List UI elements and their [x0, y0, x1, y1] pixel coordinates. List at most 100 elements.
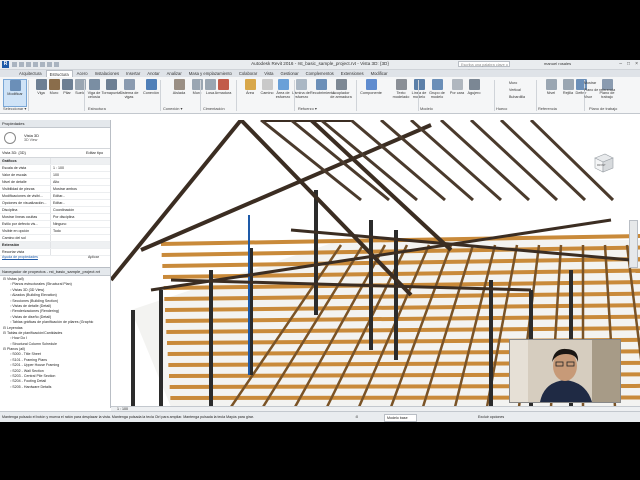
roof-purlin [320, 120, 418, 202]
ribbon-separator [356, 80, 357, 111]
ribbon-icon [431, 79, 443, 90]
property-row: Estilo por defecto vis... Ninguno [0, 221, 110, 228]
3d-view-icon[interactable] [54, 62, 59, 67]
navigation-bar[interactable] [629, 220, 638, 268]
property-row: Opciones de visualización... Editar... [0, 200, 110, 207]
ribbon-icon [468, 79, 480, 90]
exclude-options-checkbox[interactable]: Excluir opciones [478, 412, 504, 422]
property-row: Valor de escala 100 [0, 172, 110, 179]
ribbon-button-acoplador-de-armadura[interactable]: Acoplador de armadura [330, 79, 352, 99]
ribbon-button-grupo-de-modelo[interactable]: Grupo de modelo [426, 79, 448, 99]
ribbon-separator [494, 80, 495, 111]
maximize-icon[interactable]: □ [627, 61, 630, 67]
property-row: Visible en opción Todo [0, 228, 110, 235]
ribbon-separator [84, 80, 85, 111]
browser-item[interactable]: ▫ S205 - Hardware Details [0, 385, 110, 390]
property-name: Modificaciones de visibi... [0, 193, 51, 199]
minimize-icon[interactable]: – [619, 61, 622, 67]
close-icon[interactable]: × [635, 61, 638, 67]
property-value[interactable]: Coordinación [51, 207, 110, 213]
redo-icon[interactable] [33, 62, 38, 67]
property-name: Disciplina [0, 207, 51, 213]
ribbon-button-recubrimiento[interactable]: Recubrimiento [310, 79, 334, 95]
edit-type-button[interactable]: Editar tipo [86, 151, 103, 155]
hueco-buhardilla-button[interactable]: Buhardilla [509, 95, 525, 99]
tab-masa[interactable]: Masa y emplazamiento [186, 70, 235, 77]
property-name: Gráficos [0, 158, 51, 164]
title-bar: R Autodesk Revit 2016 - rst_basic_sample… [0, 60, 640, 73]
print-icon[interactable] [40, 62, 45, 67]
property-value [51, 242, 110, 248]
visor-button[interactable]: Visor [584, 95, 592, 99]
search-input[interactable]: Escriba una palabra clave o una frase [458, 61, 510, 73]
tab-gestionar[interactable]: Gestionar [277, 70, 301, 77]
property-name: Estilo por defecto vis... [0, 221, 51, 227]
property-value[interactable]: Ninguno [51, 221, 110, 227]
property-value[interactable]: 1 : 100 [51, 165, 110, 171]
mostrar-button[interactable]: Mostrar [584, 81, 596, 85]
tab-analizar[interactable]: Analizar [164, 70, 185, 77]
ribbon-icon [261, 79, 273, 90]
project-browser: Navegador de proyectos - rst_basic_sampl… [0, 267, 111, 408]
worksharing-count: :0 [355, 415, 358, 419]
ribbon-icon [88, 79, 100, 90]
property-value[interactable]: Alto [51, 179, 110, 185]
property-value[interactable] [51, 249, 110, 255]
status-bar: Mantenga pulsado el botón y mueva el rat… [0, 411, 640, 422]
revit-app-icon[interactable]: R [2, 61, 9, 68]
ribbon-button-sistema-de-vigas[interactable]: Sistema de vigas [118, 79, 140, 99]
property-value[interactable]: Todo [51, 228, 110, 234]
open-icon[interactable] [12, 62, 17, 67]
revit-window: R Autodesk Revit 2016 - rst_basic_sample… [0, 60, 640, 422]
tab-instalaciones[interactable]: Instalaciones [92, 70, 122, 77]
ribbon-separator [200, 80, 201, 111]
user-name[interactable]: manuel rosales [544, 61, 571, 66]
type-selector[interactable]: Vista 3D 3D View [0, 128, 110, 149]
properties-help-link[interactable]: Ayuda de propiedades [2, 255, 38, 259]
modify-button[interactable]: Modificar [3, 79, 27, 107]
instance-filter[interactable]: Vista 3D: {3D} Editar tipo [0, 149, 110, 158]
property-value[interactable]: Por disciplina [51, 214, 110, 220]
webcam-presenter-image [510, 340, 620, 402]
save-icon[interactable] [19, 62, 24, 67]
property-name: Visibilidad de piezas [0, 186, 51, 192]
tab-insertar[interactable]: Insertar [123, 70, 143, 77]
tab-acero[interactable]: Acero [74, 70, 91, 77]
tab-colaborar[interactable]: Colaborar [236, 70, 260, 77]
design-option-select[interactable]: Modelo base [384, 414, 417, 422]
apply-button[interactable]: Aplicar [88, 255, 99, 259]
tab-arquitectura[interactable]: Arquitectura [16, 70, 45, 77]
property-value [51, 158, 110, 164]
tab-vista[interactable]: Vista [261, 70, 276, 77]
properties-palette: Propiedades Vista 3D 3D View Vista 3D: {… [0, 120, 111, 268]
property-value[interactable] [51, 235, 110, 241]
group-label-modelo: Modelo [420, 106, 433, 111]
undo-icon[interactable] [26, 62, 31, 67]
measure-icon[interactable] [47, 62, 52, 67]
property-category[interactable]: Gráficos [0, 158, 110, 165]
ribbon-icon [244, 79, 256, 90]
tab-modificar[interactable]: Modificar [368, 70, 391, 77]
ribbon-icon [105, 79, 117, 90]
tab-extensiones[interactable]: Extensiones [338, 70, 367, 77]
hueco-vertical-button[interactable]: Vertical [509, 88, 521, 92]
tab-complementos[interactable]: Complementos [303, 70, 337, 77]
property-value[interactable]: 100 [51, 172, 110, 178]
ribbon-button-armadura[interactable]: Armadura [212, 79, 234, 95]
property-row: Modificaciones de visibi... Editar... [0, 193, 110, 200]
property-value[interactable]: Editar... [51, 200, 110, 206]
plano-referencia-button[interactable]: Plano de referencia [584, 88, 615, 92]
property-value[interactable]: Mostrar ambos [51, 186, 110, 192]
ribbon-button-componente[interactable]: Componente [360, 79, 382, 95]
tab-anotar[interactable]: Anotar [144, 70, 162, 77]
roof-rafter [309, 120, 453, 252]
property-category[interactable]: Extensión [0, 242, 110, 249]
viewcube[interactable]: FRONT [589, 150, 615, 176]
ribbon-button-conexión[interactable]: Conexión [140, 79, 162, 95]
ribbon-icon [123, 79, 135, 90]
project-browser-tree: ⊟ Vistas (all) ▫ Planos estructurales (St… [0, 276, 110, 390]
ribbon-button-agujero[interactable]: Agujero [463, 79, 485, 95]
properties-table: Gráficos Escala de vista 1 : 100 Valor de e… [0, 158, 110, 256]
hueco-muro-button[interactable]: Muro [509, 81, 517, 85]
property-value[interactable]: Editar... [51, 193, 110, 199]
